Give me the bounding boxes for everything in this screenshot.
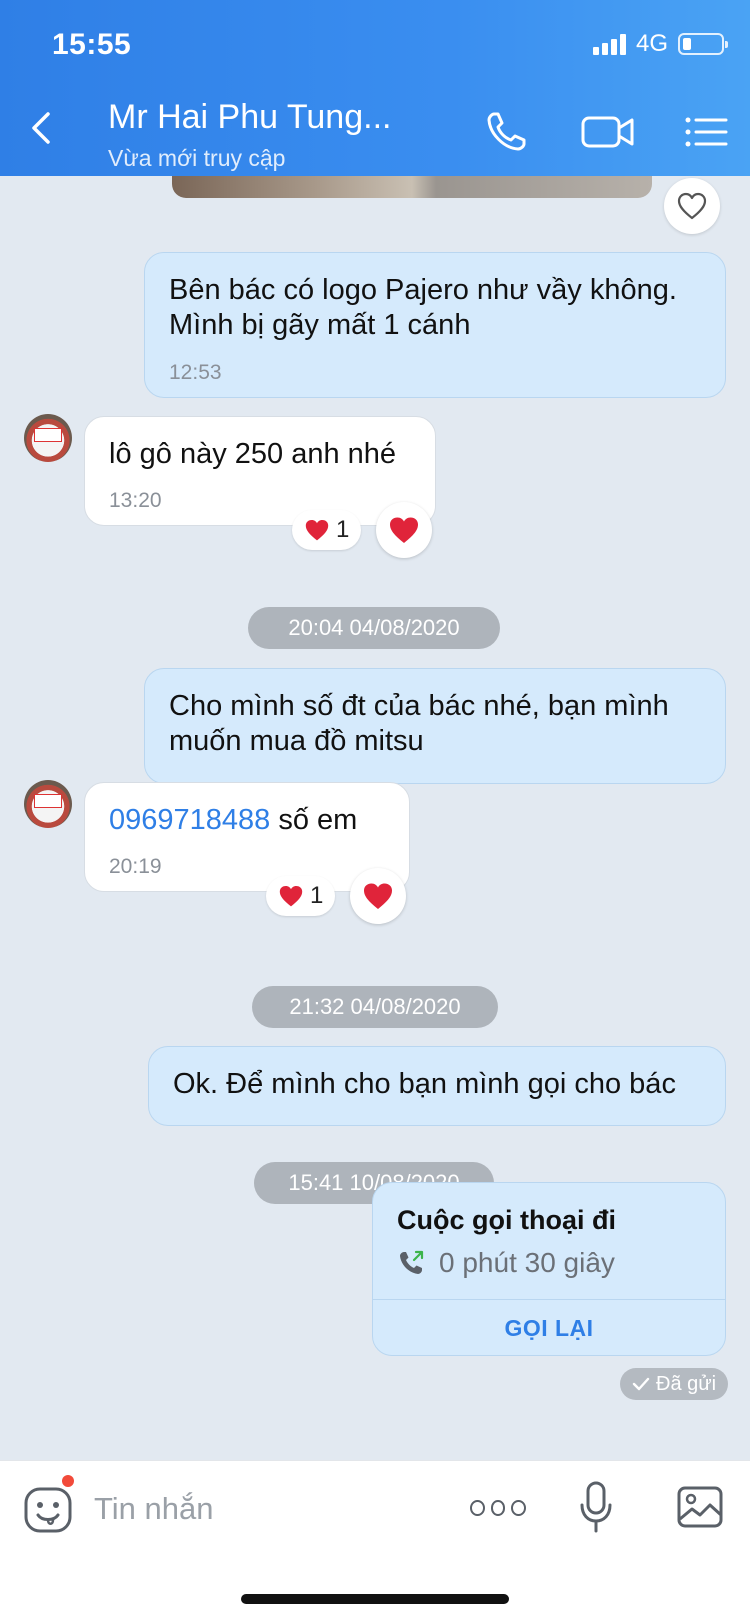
microphone-icon <box>580 1481 612 1533</box>
message-time: 13:20 <box>109 489 162 513</box>
contact-status: Vừa mới truy cập <box>108 145 286 171</box>
call-log-card[interactable]: Cuộc gọi thoại đi 0 phút 30 giây GỌI LẠI <box>372 1182 726 1356</box>
message-text: lô gô này 250 anh nhé <box>109 438 397 470</box>
red-heart-icon <box>279 886 303 907</box>
message-text-line: Bên bác có logo Pajero như vầy không. <box>169 274 677 306</box>
message-text-line: Mình bị gãy mất 1 cánh <box>169 309 471 342</box>
contact-avatar[interactable] <box>24 780 72 828</box>
chevron-left-icon <box>32 112 50 144</box>
message-list[interactable]: Bên bác có logo Pajero như vầy không. Mì… <box>0 176 750 1460</box>
red-heart-icon <box>390 517 418 543</box>
chat-header: 15:55 4G Mr Hai Phu Tung... Vừa mới truy… <box>0 0 750 176</box>
react-button[interactable] <box>376 502 432 558</box>
message-text: Ok. Để mình cho bạn mình gọi cho bác <box>173 1068 676 1100</box>
reaction-count: 1 <box>310 882 324 909</box>
image-icon <box>677 1486 723 1528</box>
notification-dot <box>62 1475 74 1487</box>
video-camera-icon <box>581 116 634 148</box>
call-title: Cuộc gọi thoại đi <box>397 1205 616 1235</box>
message-text-line: Cho mình số đt của bác nhé, bạn mình <box>169 690 669 722</box>
voice-record-button[interactable] <box>578 1479 614 1535</box>
call-again-button[interactable]: GỌI LẠI <box>373 1299 725 1355</box>
phone-icon <box>487 112 526 151</box>
send-image-button[interactable] <box>676 1485 724 1529</box>
message-time: 12:53 <box>169 360 222 384</box>
network-type: 4G <box>635 30 668 57</box>
contact-avatar[interactable] <box>24 414 72 462</box>
reaction-summary[interactable]: 1 <box>292 510 362 550</box>
message-input[interactable] <box>94 1481 424 1537</box>
checkmark-icon <box>632 1377 650 1391</box>
video-call-button[interactable] <box>580 108 636 156</box>
reaction-summary[interactable]: 1 <box>266 876 336 916</box>
sent-status-badge: Đã gửi <box>620 1368 729 1400</box>
red-heart-icon <box>305 520 329 541</box>
react-button[interactable] <box>350 868 406 924</box>
back-button[interactable] <box>22 108 62 148</box>
message-text-suffix: số em <box>270 804 358 836</box>
red-heart-icon <box>364 883 392 909</box>
heart-outline-icon <box>677 192 707 220</box>
status-time: 15:55 <box>52 28 132 61</box>
outgoing-message[interactable]: Ok. Để mình cho bạn mình gọi cho bác <box>148 1046 726 1126</box>
voice-call-button[interactable] <box>482 108 530 156</box>
home-indicator <box>241 1594 509 1604</box>
more-options-button[interactable] <box>470 1493 527 1523</box>
message-time: 20:19 <box>109 855 162 879</box>
signal-icon <box>592 33 626 55</box>
list-menu-icon <box>685 117 728 147</box>
outgoing-call-icon <box>400 1250 424 1274</box>
call-duration-row: 0 phút 30 giây <box>397 1247 615 1279</box>
contact-name: Mr Hai Phu Tung... <box>108 98 392 136</box>
more-dots-icon <box>470 1500 485 1516</box>
outgoing-message[interactable]: Cho mình số đt của bác nhé, bạn mình muố… <box>144 668 726 784</box>
message-text: 0969718488 số em <box>109 803 385 838</box>
date-separator: 21:32 04/08/2020 <box>252 986 498 1028</box>
outgoing-message[interactable]: Bên bác có logo Pajero như vầy không. Mì… <box>144 252 726 398</box>
phone-number-link[interactable]: 0969718488 <box>109 804 270 836</box>
sent-status-text: Đã gửi <box>656 1372 717 1395</box>
call-duration: 0 phút 30 giây <box>439 1247 615 1278</box>
emoji-face-icon <box>24 1487 72 1533</box>
date-separator: 20:04 04/08/2020 <box>248 607 500 649</box>
sticker-button[interactable] <box>22 1483 74 1535</box>
reaction-count: 1 <box>336 516 350 543</box>
like-button[interactable] <box>664 178 720 234</box>
battery-icon <box>678 33 728 55</box>
status-indicators: 4G <box>592 30 728 58</box>
chat-menu-button[interactable] <box>684 108 728 156</box>
image-message-preview[interactable] <box>172 176 652 198</box>
message-text-line: muốn mua đồ mitsu <box>169 725 424 758</box>
contact-info[interactable]: Mr Hai Phu Tung... Vừa mới truy cập <box>108 98 391 172</box>
